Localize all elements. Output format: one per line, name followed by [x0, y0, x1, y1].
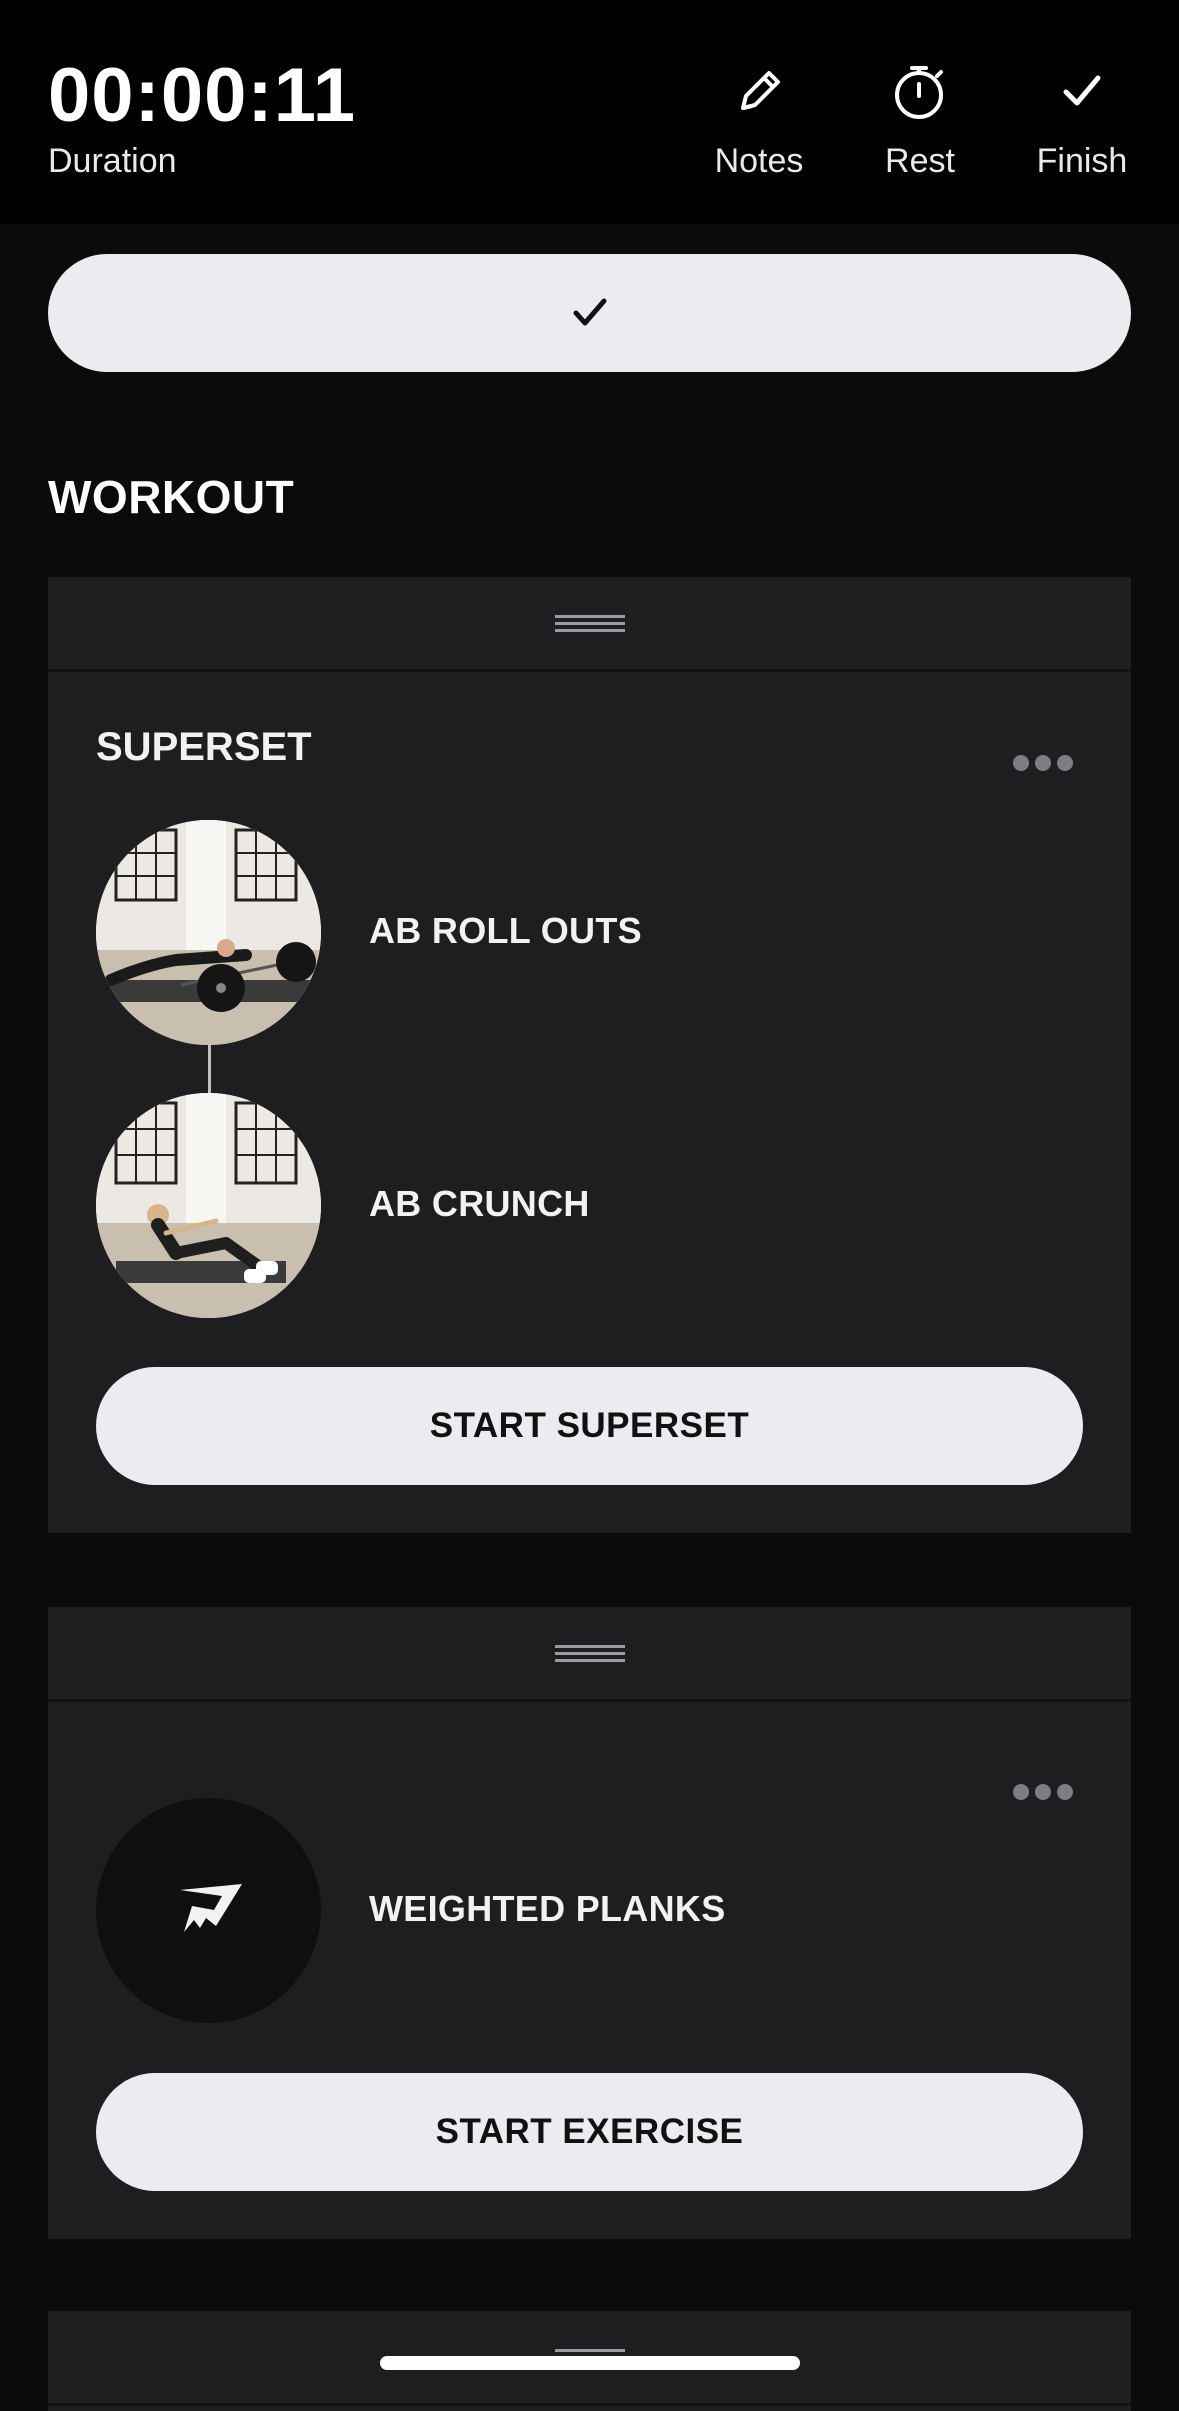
section-title: WORKOUT — [48, 471, 295, 523]
home-indicator[interactable] — [380, 2356, 800, 2370]
checkmark-icon — [1063, 75, 1101, 106]
superset-card: SUPERSET AB ROLL OUTS AB CRUNCH START SU… — [48, 577, 1131, 1533]
exercise-name[interactable]: WEIGHTED PLANKS — [369, 1888, 726, 1930]
more-options-button[interactable] — [1013, 1784, 1073, 1800]
exercise-card: WEIGHTED PLANKS START EXERCISE — [48, 1607, 1131, 2239]
complete-workout-button[interactable] — [48, 254, 1131, 372]
finish-label: Finish — [1036, 142, 1128, 180]
start-exercise-button[interactable]: START EXERCISE — [96, 2073, 1083, 2191]
timer-label: Duration — [48, 142, 177, 180]
pencil-icon — [741, 71, 780, 110]
drag-handle[interactable] — [48, 1607, 1131, 1702]
dot-icon — [1013, 755, 1029, 771]
start-superset-button[interactable]: START SUPERSET — [96, 1367, 1083, 1485]
drag-handle-icon — [554, 1641, 625, 1666]
exercise-thumbnail[interactable] — [96, 1093, 321, 1318]
stopwatch-icon — [895, 66, 943, 119]
top-bar: 00:00:11 Duration Notes Rest Finish — [0, 0, 1179, 224]
dot-icon — [1057, 1784, 1073, 1800]
exercise-name[interactable]: AB ROLL OUTS — [369, 910, 642, 952]
more-options-button[interactable] — [1013, 755, 1073, 771]
exercise-name[interactable]: AB CRUNCH — [369, 1183, 590, 1225]
exercise-thumbnail[interactable] — [96, 820, 321, 1045]
finish-button[interactable]: Finish — [1012, 62, 1152, 181]
superset-title: SUPERSET — [96, 725, 312, 769]
dot-icon — [1035, 1784, 1051, 1800]
notes-button[interactable]: Notes — [689, 62, 829, 181]
notes-label: Notes — [714, 142, 804, 180]
checkmark-icon — [573, 298, 606, 326]
exercise-thumbnail[interactable] — [96, 1798, 321, 2023]
rest-button[interactable]: Rest — [850, 62, 990, 181]
workout-timer: 00:00:11 — [48, 53, 357, 138]
dot-icon — [1013, 1784, 1029, 1800]
drag-handle-icon — [554, 611, 625, 636]
dot-icon — [1035, 755, 1051, 771]
drag-handle[interactable] — [48, 577, 1131, 672]
superset-connector — [208, 1045, 211, 1093]
gymshark-logo-icon — [180, 1884, 242, 1932]
rest-label: Rest — [885, 142, 955, 180]
dot-icon — [1057, 755, 1073, 771]
